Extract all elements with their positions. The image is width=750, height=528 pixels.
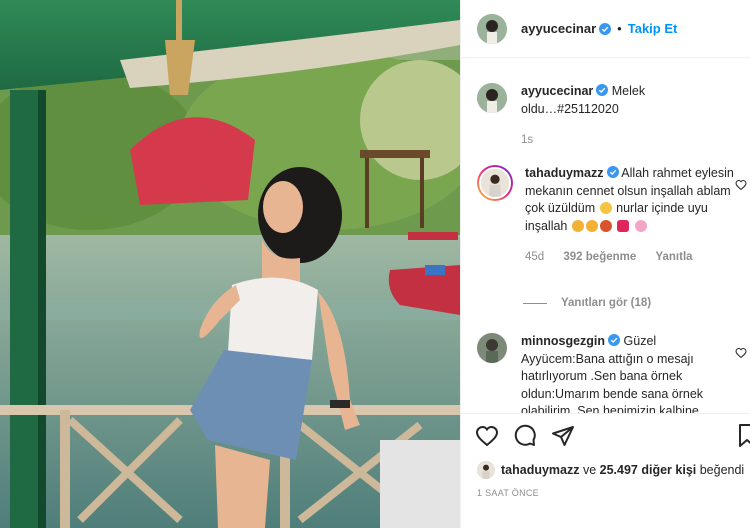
- author-username[interactable]: ayyucecinar: [521, 21, 596, 36]
- folded-hands-emoji-icon: [571, 219, 584, 232]
- post-side-panel: ayyucecinar • Takip Et ayyucecinar Melek…: [460, 0, 750, 528]
- caption-body: ayyucecinar Melek oldu…#25112020 1s: [521, 83, 741, 150]
- comment-like-heart-icon[interactable]: [735, 179, 747, 191]
- action-icons: [475, 424, 575, 448]
- comment-item: minnosgezgin Güzel Ayyücem:Bana attığın …: [477, 333, 749, 413]
- heart-icon[interactable]: [475, 424, 499, 448]
- comment-avatar[interactable]: [477, 333, 507, 363]
- caption: ayyucecinar Melek oldu…#25112020 1s: [477, 83, 749, 150]
- bookmark-icon[interactable]: [739, 424, 750, 448]
- post-photo[interactable]: [0, 0, 460, 528]
- tulip-emoji-icon: [599, 219, 612, 232]
- header-separator: •: [617, 21, 622, 36]
- caption-avatar[interactable]: [477, 83, 507, 113]
- comment-body: tahaduymazz Allah rahmet eylesin mekanın…: [525, 165, 745, 267]
- replies-divider: [523, 302, 547, 304]
- caption-meta: 1s: [521, 132, 741, 150]
- post-header: ayyucecinar • Takip Et: [461, 0, 750, 58]
- instagram-post-view: ayyucecinar • Takip Et ayyucecinar Melek…: [0, 0, 750, 528]
- liked-by-connector: ve: [579, 463, 600, 477]
- reply-button[interactable]: Yanıtla: [655, 251, 692, 263]
- verified-badge-icon: [596, 84, 609, 96]
- comment-like-heart-icon[interactable]: [735, 347, 747, 359]
- verified-badge-icon: [608, 334, 621, 346]
- comment-likes[interactable]: 392 beğenme: [563, 251, 636, 263]
- post-photo-image: [0, 0, 460, 528]
- post-actions: tahaduymazz ve 25.497 diğer kişi beğendi…: [461, 413, 750, 528]
- comment-username[interactable]: minnosgezgin: [521, 334, 605, 348]
- liked-by[interactable]: tahaduymazz ve 25.497 diğer kişi beğendi: [477, 461, 744, 479]
- likes-count[interactable]: 25.497 diğer kişi: [600, 463, 697, 477]
- caption-username[interactable]: ayyucecinar: [521, 84, 593, 98]
- comment-avatar[interactable]: [477, 165, 513, 201]
- liked-by-username[interactable]: tahaduymazz: [501, 463, 580, 477]
- author-avatar[interactable]: [477, 13, 507, 44]
- liked-by-suffix: beğendi: [696, 463, 745, 477]
- liked-by-avatar[interactable]: [477, 461, 495, 479]
- comment-username[interactable]: tahaduymazz: [525, 166, 604, 180]
- folded-hands-emoji-icon: [585, 219, 598, 232]
- flower-emoji-icon: [599, 202, 612, 214]
- comment-body: minnosgezgin Güzel Ayyücem:Bana attığın …: [521, 333, 741, 413]
- blossom-emoji-icon: [634, 219, 647, 232]
- share-icon[interactable]: [551, 424, 575, 448]
- comment-icon[interactable]: [513, 424, 537, 448]
- post-timestamp[interactable]: 1 SAAT ÖNCE: [477, 488, 539, 498]
- view-replies-label: Yanıtları gör (18): [561, 297, 652, 309]
- comment-age: 45d: [525, 251, 545, 263]
- verified-badge-icon: [599, 22, 612, 35]
- comments-list[interactable]: ayyucecinar Melek oldu…#25112020 1s taha…: [461, 59, 750, 413]
- comment-meta: 45d 392 beğenme Yanıtla: [525, 249, 745, 267]
- caption-age: 1s: [521, 134, 534, 146]
- verified-badge-icon: [606, 166, 619, 178]
- view-replies-button[interactable]: Yanıtları gör (18): [523, 297, 651, 309]
- follow-button[interactable]: Takip Et: [628, 21, 678, 36]
- red-heart-emoji-icon: [617, 219, 630, 232]
- comment-item: tahaduymazz Allah rahmet eylesin mekanın…: [477, 165, 749, 267]
